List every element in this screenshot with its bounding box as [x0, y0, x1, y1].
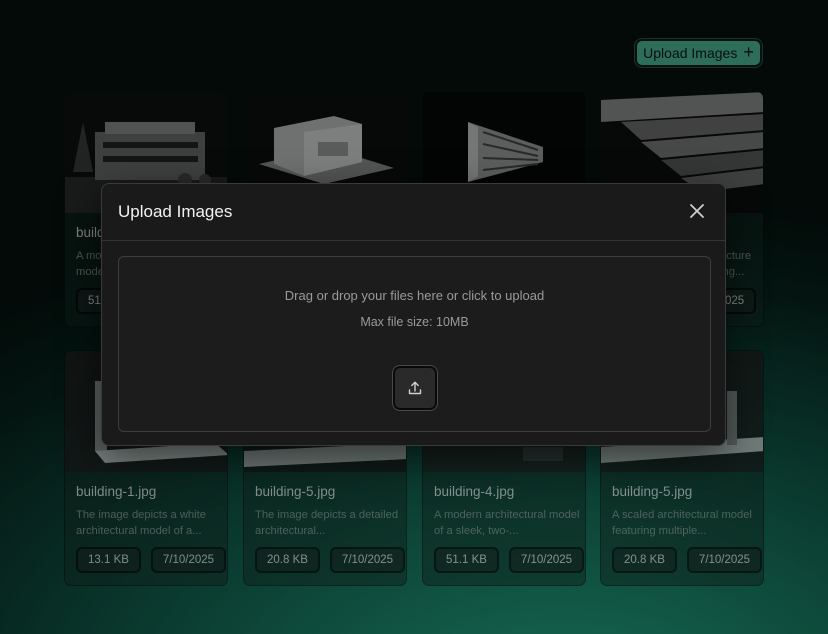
- file-dropzone[interactable]: Drag or drop your files here or click to…: [118, 256, 711, 432]
- modal-header: Upload Images: [102, 184, 725, 241]
- upload-modal: Upload Images Drag or drop your files he…: [101, 183, 726, 446]
- file-upload-button[interactable]: [393, 366, 437, 410]
- modal-title: Upload Images: [118, 202, 233, 221]
- close-icon[interactable]: [689, 203, 705, 219]
- dropzone-instructions: Drag or drop your files here or click to…: [284, 288, 545, 303]
- max-file-size-label: Max file size: 10MB: [360, 315, 469, 329]
- upload-icon: [408, 381, 422, 395]
